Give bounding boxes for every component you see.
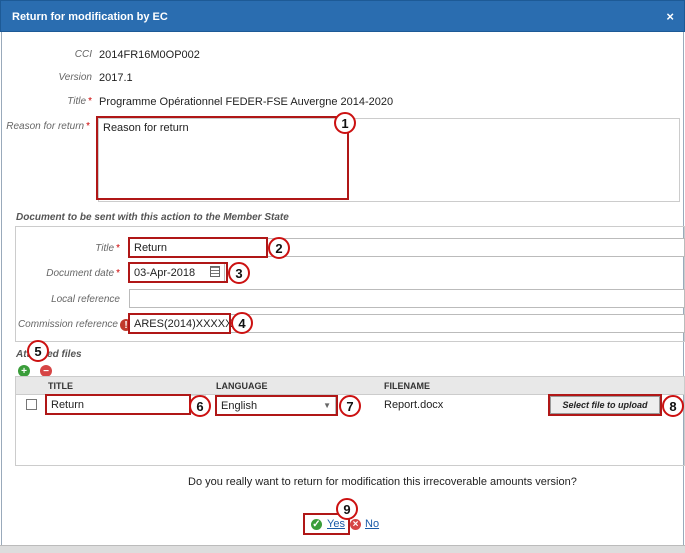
confirm-question: Do you really want to return for modific… bbox=[188, 476, 577, 488]
highlight-upload bbox=[548, 394, 662, 416]
highlight-commission-ref bbox=[128, 313, 231, 334]
dialog-titlebar: Return for modification by EC × bbox=[0, 0, 685, 32]
commission-ref-label: Commission reference bbox=[17, 319, 118, 330]
x-icon: × bbox=[350, 519, 361, 530]
callout-6: 6 bbox=[189, 395, 211, 417]
cci-label: CCI bbox=[74, 49, 92, 60]
version-label: Version bbox=[58, 72, 92, 83]
cci-value: 2014FR16M0OP002 bbox=[99, 49, 200, 61]
highlight-doc-date bbox=[128, 262, 228, 283]
callout-5: 5 bbox=[27, 340, 49, 362]
callout-1: 1 bbox=[334, 112, 356, 134]
horizontal-scrollbar[interactable] bbox=[0, 545, 685, 553]
callout-3: 3 bbox=[228, 262, 250, 284]
callout-4: 4 bbox=[231, 312, 253, 334]
col-filename: FILENAME bbox=[384, 381, 430, 391]
doc-title-label: Title * bbox=[95, 243, 120, 254]
row-checkbox[interactable] bbox=[26, 399, 37, 410]
dialog-title: Return for modification by EC bbox=[12, 11, 168, 23]
callout-8: 8 bbox=[662, 395, 684, 417]
no-link[interactable]: No bbox=[365, 518, 379, 530]
local-ref-label: Local reference bbox=[51, 294, 120, 305]
document-section-title: Document to be sent with this action to … bbox=[16, 212, 289, 223]
reason-label: Reason for return * bbox=[6, 121, 90, 132]
highlight-language bbox=[215, 395, 338, 416]
version-value: 2017.1 bbox=[99, 72, 133, 84]
local-ref-input[interactable] bbox=[129, 289, 685, 308]
callout-7: 7 bbox=[339, 395, 361, 417]
programme-title-value: Programme Opérationnel FEDER-FSE Auvergn… bbox=[99, 96, 394, 108]
title-label: Title * bbox=[67, 96, 92, 107]
callout-2: 2 bbox=[268, 237, 290, 259]
callout-9: 9 bbox=[336, 498, 358, 520]
files-grid-header: TITLE LANGUAGE FILENAME bbox=[16, 377, 684, 395]
highlight-file-title bbox=[45, 394, 191, 415]
filename-value: Report.docx bbox=[384, 399, 444, 411]
doc-date-label: Document date * bbox=[46, 268, 120, 279]
close-icon[interactable]: × bbox=[666, 9, 674, 24]
col-title: TITLE bbox=[48, 381, 73, 391]
highlight-doc-title bbox=[128, 237, 268, 258]
col-language: LANGUAGE bbox=[216, 381, 268, 391]
highlight-reason bbox=[96, 116, 349, 200]
